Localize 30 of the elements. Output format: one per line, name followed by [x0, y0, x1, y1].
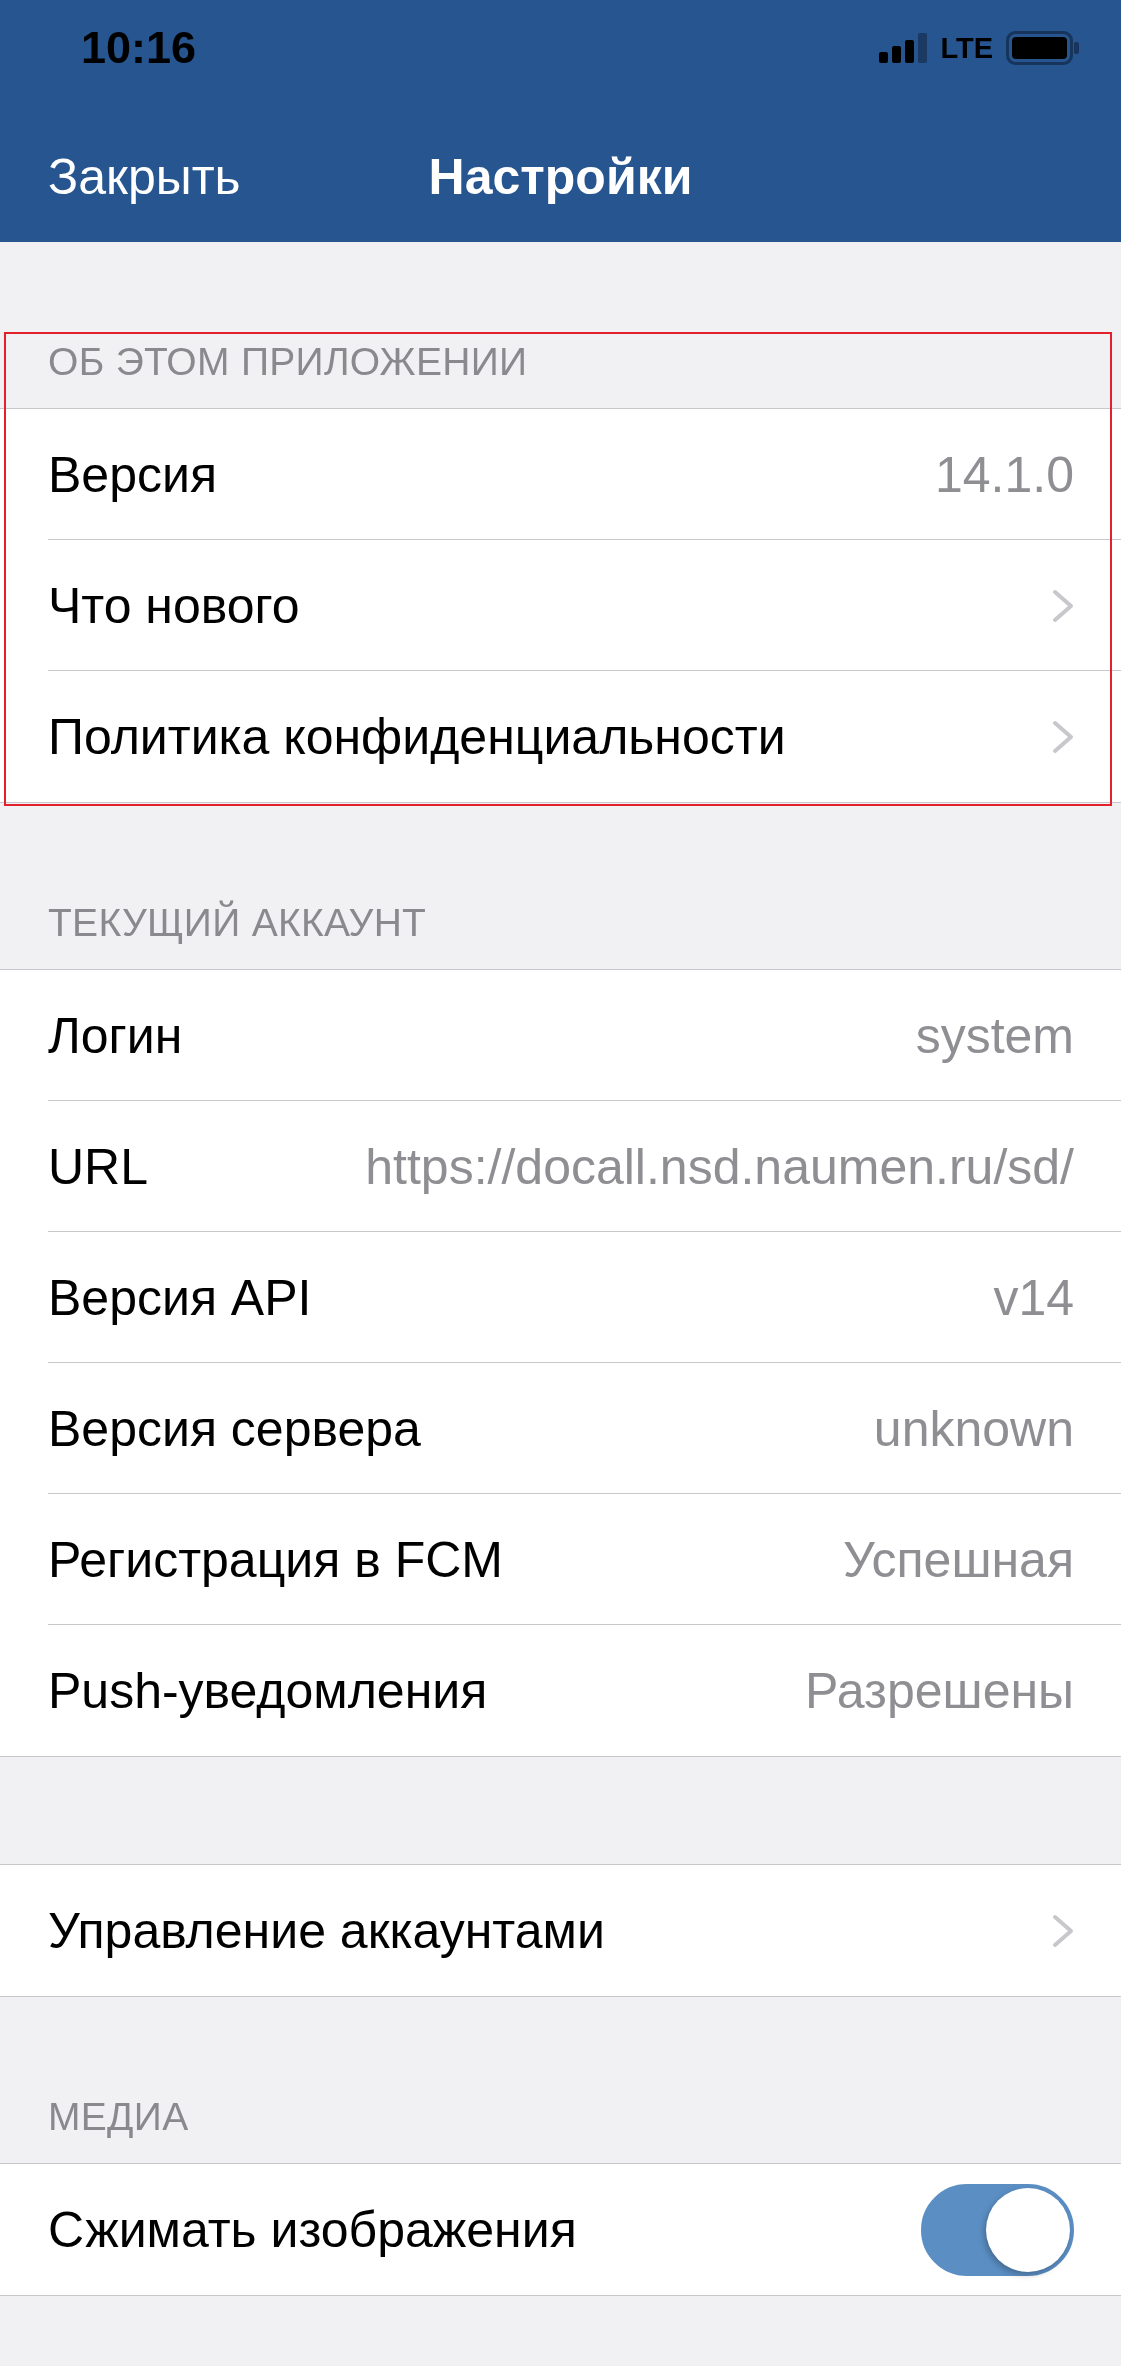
network-label: LTE	[940, 33, 993, 63]
signal-icon	[879, 33, 928, 63]
chevron-icon	[1052, 719, 1074, 754]
setting-value: Успешная	[843, 1530, 1074, 1589]
setting-label: URL	[48, 1137, 149, 1196]
section-header: ТЕКУЩИЙ АККАУНТ	[48, 900, 427, 947]
setting-label: Версия сервера	[48, 1399, 421, 1458]
nav-title: Настройки	[428, 148, 693, 206]
setting-value: Разрешены	[805, 1661, 1074, 1720]
setting-label: Версия	[48, 445, 217, 504]
setting-label: Регистрация в FCM	[48, 1530, 503, 1589]
setting-value: https://docall.nsd.naumen.ru/sd/	[365, 1137, 1074, 1196]
setting-label: Push-уведомления	[48, 1661, 488, 1720]
list-item[interactable]: Управление аккаунтами	[0, 1865, 1121, 1996]
chevron-icon	[1052, 1913, 1074, 1948]
list-item[interactable]: Что нового	[0, 540, 1121, 671]
status-time: 10:16	[81, 22, 197, 74]
section-header: ОБ ЭТОМ ПРИЛОЖЕНИИ	[48, 339, 528, 386]
setting-label: Версия API	[48, 1268, 312, 1327]
setting-value: system	[915, 1006, 1074, 1065]
setting-value: unknown	[873, 1399, 1074, 1458]
chevron-icon	[1052, 588, 1074, 623]
setting-value: 14.1.0	[935, 445, 1074, 504]
list-item[interactable]: Политика конфиденциальности	[0, 671, 1121, 802]
setting-label: Логин	[48, 1006, 183, 1065]
close-button[interactable]: Закрыть	[48, 148, 241, 206]
setting-value: v14	[993, 1268, 1074, 1327]
section-header: МЕДИА	[48, 2094, 189, 2141]
setting-label: Сжимать изображения	[48, 2200, 577, 2259]
battery-icon	[1006, 31, 1079, 65]
